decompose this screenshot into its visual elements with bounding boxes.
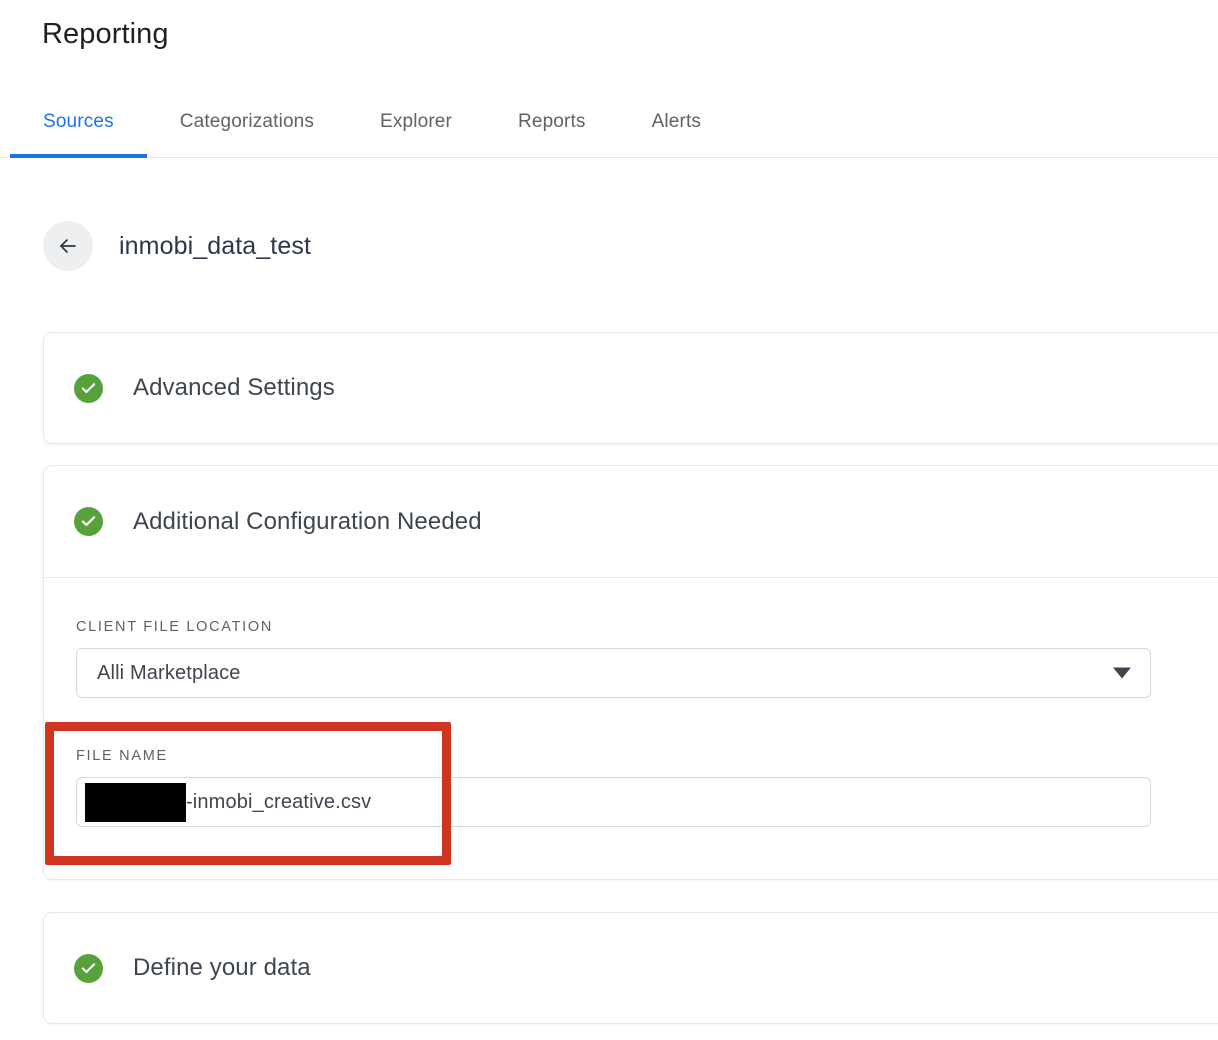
card-title: Define your data <box>133 954 311 982</box>
arrow-left-icon <box>56 234 80 258</box>
page-title: Reporting <box>42 18 169 51</box>
file-name-input-inner: -inmobi_creative.csv <box>77 778 371 826</box>
card-header[interactable]: Additional Configuration Needed <box>44 466 1218 578</box>
source-name: inmobi_data_test <box>119 232 311 261</box>
tab-alerts[interactable]: Alerts <box>619 98 734 158</box>
check-circle-icon <box>74 374 103 403</box>
tab-bar: Sources Categorizations Explorer Reports… <box>0 98 1218 158</box>
tab-explorer[interactable]: Explorer <box>347 98 485 158</box>
field-file-name: FILE NAME -inmobi_creative.csv <box>76 748 1151 827</box>
source-header: inmobi_data_test <box>43 221 311 271</box>
card-title: Additional Configuration Needed <box>133 508 482 536</box>
card-additional-configuration[interactable]: Additional Configuration Needed CLIENT F… <box>43 465 1218 880</box>
tab-categorizations[interactable]: Categorizations <box>147 98 347 158</box>
card-header[interactable]: Advanced Settings <box>44 333 1218 443</box>
back-button[interactable] <box>43 221 93 271</box>
client-file-location-label: CLIENT FILE LOCATION <box>76 619 1151 635</box>
card-header[interactable]: Define your data <box>44 913 1218 1023</box>
field-client-file-location: CLIENT FILE LOCATION Alli Marketplace <box>76 619 1151 698</box>
check-circle-icon <box>74 954 103 983</box>
client-file-location-value: Alli Marketplace <box>77 662 241 685</box>
file-name-value: -inmobi_creative.csv <box>186 791 371 814</box>
card-title: Advanced Settings <box>133 374 335 402</box>
chevron-down-icon[interactable] <box>1113 668 1131 679</box>
check-circle-icon <box>74 507 103 536</box>
tab-list: Sources Categorizations Explorer Reports… <box>10 98 734 158</box>
tab-reports[interactable]: Reports <box>485 98 619 158</box>
card-advanced-settings[interactable]: Advanced Settings <box>43 332 1218 444</box>
tab-sources[interactable]: Sources <box>10 98 147 158</box>
client-file-location-select[interactable]: Alli Marketplace <box>76 648 1151 698</box>
file-name-label: FILE NAME <box>76 748 1151 764</box>
redaction-block <box>85 783 186 822</box>
file-name-input[interactable]: -inmobi_creative.csv <box>76 777 1151 827</box>
card-define-your-data[interactable]: Define your data <box>43 912 1218 1024</box>
